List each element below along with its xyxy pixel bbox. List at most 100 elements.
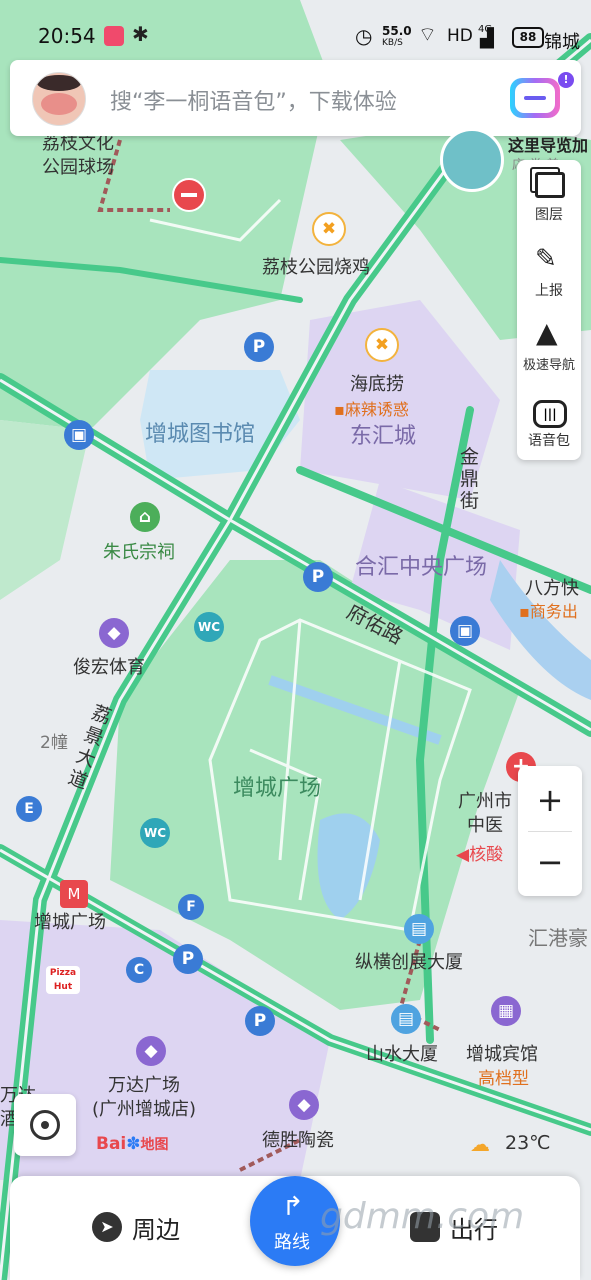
map-label-roast-chicken[interactable]: 荔枝公园烧鸡 [262, 253, 370, 279]
voice-pack-button[interactable]: ||| 语音包 [517, 386, 581, 460]
metro-exit-icon[interactable]: C [126, 957, 152, 983]
map-label-bafang[interactable]: 八方快 [525, 574, 579, 600]
layers-label: 图层 [535, 207, 563, 223]
net-speed-unit: KB/S [382, 38, 403, 48]
map-label-business[interactable]: ▪商务出 [519, 598, 578, 622]
locate-button[interactable] [14, 1094, 76, 1156]
zoom-control: + − [518, 766, 582, 896]
status-bar: 20:54 ✱ ◷ 55.0 KB/S ⌔ HD 4G ▟ 88 锦城 [0, 0, 591, 53]
metro-exit-icon[interactable]: F [178, 894, 204, 920]
right-tool-panel: 图层 ✎ 上报 ▲ 极速导航 ||| 语音包 [517, 160, 581, 460]
map-label-haidilao[interactable]: 海底捞 [350, 370, 404, 396]
app-icon [104, 26, 124, 46]
watermark: gdmm.com [320, 1196, 525, 1237]
map-label-park-ball-field[interactable]: 荔枝文化 公园球场 [42, 132, 114, 180]
map-label-zongheng[interactable]: 纵横创展大厦 [355, 948, 463, 974]
zoom-in-button[interactable]: + [518, 772, 582, 828]
wifi-icon: ⌔ [418, 22, 437, 46]
map-label-building2: 2幢 [40, 733, 68, 753]
metro-icon[interactable]: M [60, 880, 88, 908]
label-text: 麻辣诱惑 [344, 400, 409, 419]
map-label-zengcheng-square[interactable]: 增城广场 [233, 770, 321, 802]
shop-icon[interactable]: ◆ [136, 1036, 166, 1066]
search-bar[interactable]: 搜“李一桐语音包”，下载体验 ! [10, 60, 581, 136]
avatar[interactable] [32, 72, 86, 126]
map-label-zhu-temple[interactable]: 朱氏宗祠 [103, 538, 175, 564]
bus-icon[interactable]: ▣ [64, 420, 94, 450]
shop-icon[interactable]: ◆ [99, 618, 129, 648]
pin-icon: ▪ [334, 400, 345, 419]
label-line: 公园球场 [42, 157, 114, 178]
zoom-out-button[interactable]: − [518, 834, 582, 890]
pin-icon: ▪ [519, 602, 530, 621]
net-speed-value: 55.0 [382, 24, 412, 38]
fast-nav-button[interactable]: ▲ 极速导航 [517, 310, 581, 384]
signal-icon: ▟ [480, 28, 494, 49]
map-label-gaodang: 高档型 [478, 1069, 529, 1089]
map-label-hehui-plaza[interactable]: 合汇中央广场 [355, 549, 487, 581]
fast-nav-label: 极速导航 [522, 358, 575, 373]
navigation-arrow-icon: ▲ [536, 316, 558, 349]
label-line: 广州市 [458, 791, 512, 812]
metro-exit-icon[interactable]: E [16, 796, 42, 822]
map-label-hospital[interactable]: 广州市 中医 [458, 790, 512, 838]
report-label: 上报 [535, 283, 563, 299]
squirrel-icon: ✱ [132, 22, 149, 46]
status-corner-text: 锦城 [544, 32, 580, 53]
promo-line1: 这里导览加 [508, 136, 589, 155]
map-label-binguan[interactable]: 增城宾馆 [466, 1040, 538, 1066]
edit-icon: ✎ [535, 244, 557, 274]
voice-assistant-icon[interactable] [510, 78, 560, 118]
hotel-icon[interactable]: ▦ [491, 996, 521, 1026]
layers-button[interactable]: 图层 [517, 160, 581, 234]
map-label-donghui[interactable]: 东汇城 [350, 418, 416, 450]
shop-icon[interactable]: ◆ [289, 1090, 319, 1120]
label-text: 核酸 [469, 845, 504, 865]
label-line: 万达广场 [108, 1075, 181, 1096]
locate-icon [30, 1110, 60, 1140]
weather-temp: 23℃ [505, 1132, 551, 1154]
notification-badge: ! [558, 72, 574, 88]
battery-icon: 88 [512, 27, 544, 48]
voice-wave-icon: ||| [533, 400, 567, 428]
restaurant-icon[interactable]: ✖ [365, 328, 399, 362]
office-building-icon[interactable]: ▤ [404, 914, 434, 944]
parking-icon[interactable]: P [303, 562, 333, 592]
parking-icon[interactable]: P [245, 1006, 275, 1036]
label-char: 鼎 [460, 468, 480, 490]
toilet-icon[interactable]: WC [194, 612, 224, 642]
weather-icon: ☁ [470, 1132, 490, 1156]
paw-icon: ✽ [126, 1134, 141, 1154]
map-label-library[interactable]: 增城图书馆 [145, 416, 255, 448]
map-label-shanshui[interactable]: 山水大厦 [366, 1040, 438, 1066]
office-building-icon[interactable]: ▤ [391, 1004, 421, 1034]
route-arrow-icon: ↱ [282, 1192, 304, 1222]
map-label-spicy[interactable]: ▪麻辣诱惑 [334, 396, 409, 420]
map-label-metro-station[interactable]: 增城广场 [34, 908, 106, 934]
report-button[interactable]: ✎ 上报 [517, 236, 581, 310]
search-input[interactable]: 搜“李一桐语音包”，下载体验 [110, 84, 397, 116]
label-line: 中医 [467, 815, 503, 836]
bus-icon[interactable]: ▣ [450, 616, 480, 646]
megaphone-icon: ◀ [456, 845, 470, 865]
baidu-map-logo: Bai✽地图 [96, 1134, 169, 1154]
label-line: (广州增城店) [92, 1099, 197, 1120]
parking-icon[interactable]: P [244, 332, 274, 362]
compass-icon: ➤ [92, 1212, 122, 1242]
nearby-label: 周边 [132, 1216, 180, 1244]
logo-text: Bai [96, 1134, 127, 1154]
map-label-desheng[interactable]: 德胜陶瓷 [262, 1126, 334, 1152]
promo-thumbnail [440, 128, 504, 192]
label-char: 金 [460, 446, 480, 468]
map-label-nucleic[interactable]: ◀核酸 [456, 840, 503, 865]
map-label-junhong[interactable]: 俊宏体育 [73, 653, 145, 679]
map-label-wanda[interactable]: 万达广场 (广州增城店) [92, 1074, 196, 1122]
temple-icon[interactable]: ⌂ [130, 502, 160, 532]
alarm-icon: ◷ [355, 24, 373, 48]
restaurant-icon[interactable]: ✖ [312, 212, 346, 246]
nearby-button[interactable]: ➤ 周边 [90, 1204, 200, 1248]
map-label-huigang[interactable]: 汇港豪 [528, 922, 588, 951]
parking-icon[interactable]: P [173, 944, 203, 974]
toilet-icon[interactable]: WC [140, 818, 170, 848]
pizza-hut-logo[interactable]: Pizza Hut [46, 966, 80, 994]
